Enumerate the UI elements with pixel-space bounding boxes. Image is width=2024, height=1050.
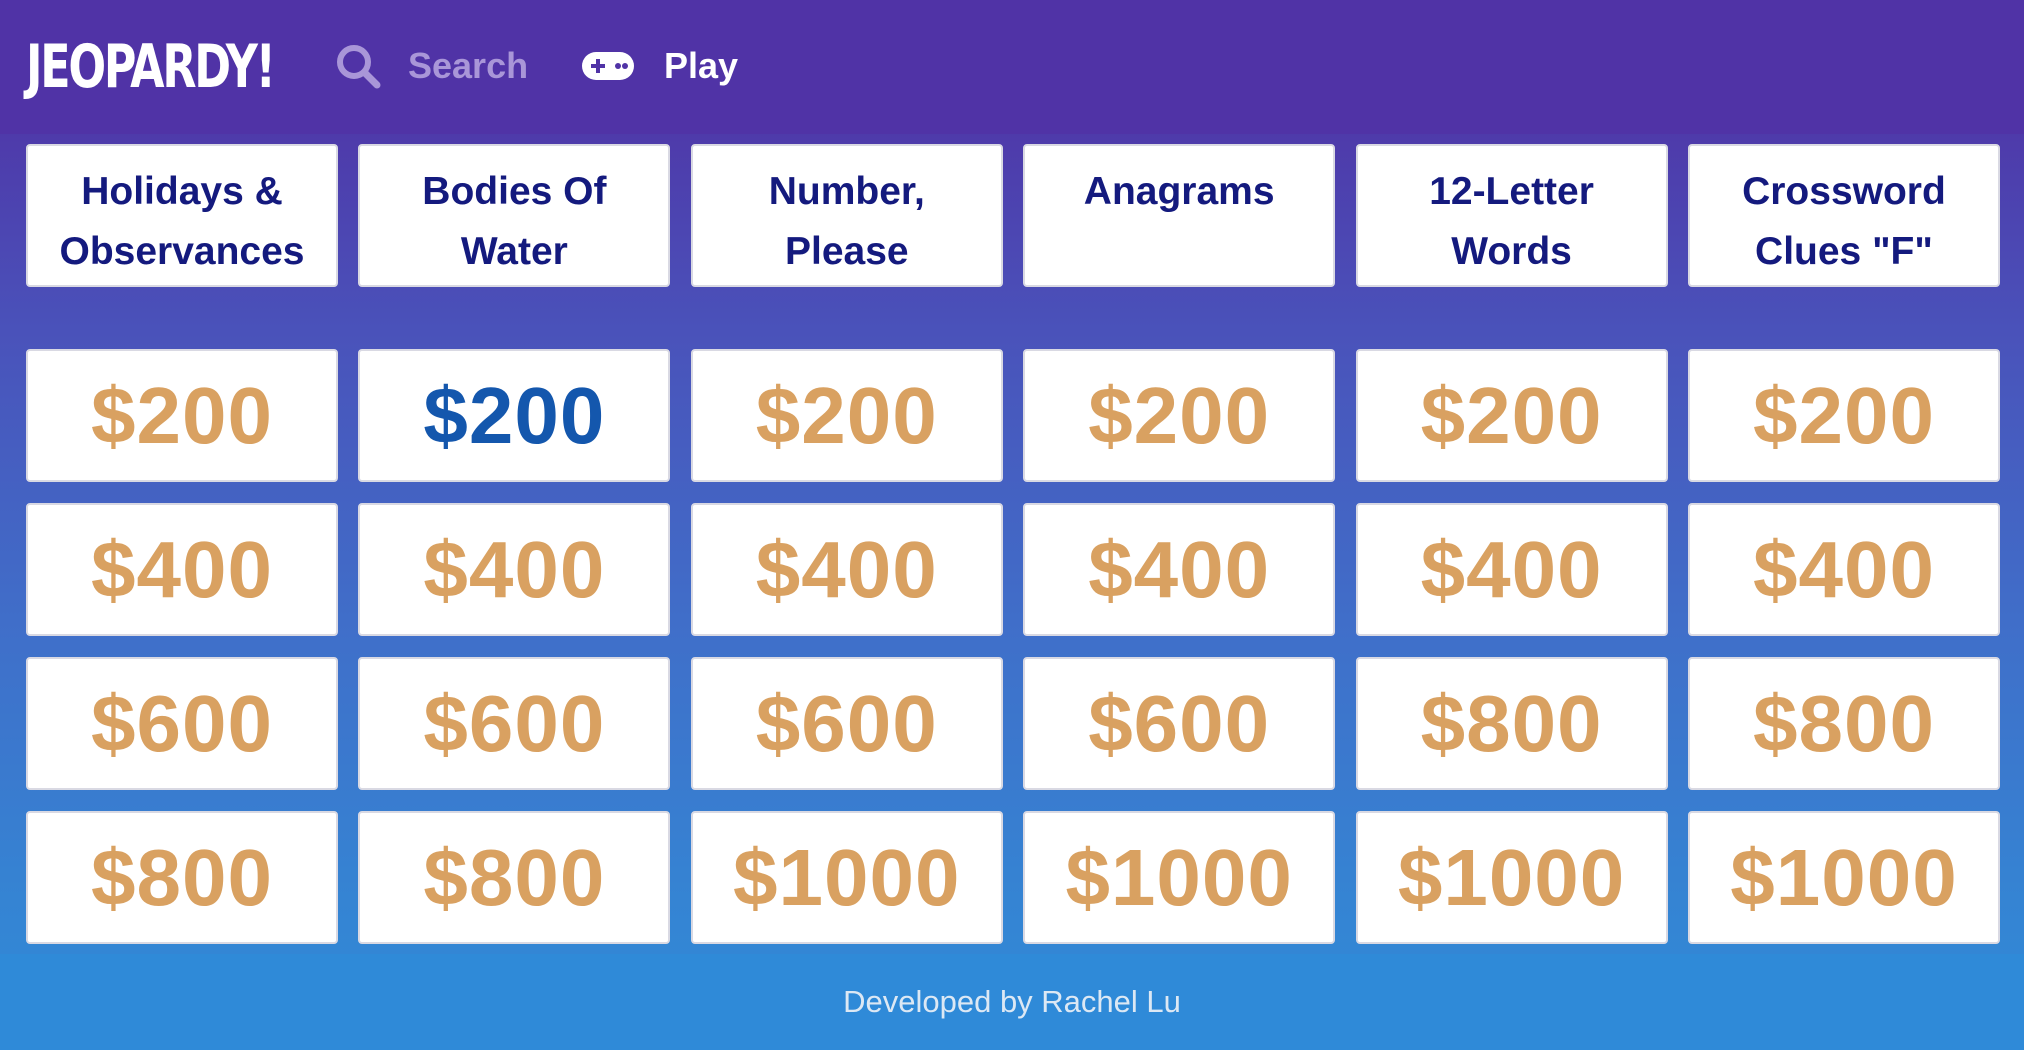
category-title: 12-Letter Words: [1429, 170, 1594, 273]
gamepad-icon: [580, 48, 636, 84]
clue-tile[interactable]: $600: [358, 657, 671, 790]
clue-tile[interactable]: $600: [690, 657, 1003, 790]
clue-value: $800: [1420, 678, 1603, 768]
clue-value: $200: [1088, 370, 1271, 460]
category-title: Crossword Clues "F": [1742, 170, 1946, 273]
clue-value: $1000: [1065, 832, 1293, 922]
category-title: Bodies Of Water: [422, 170, 607, 273]
search-icon: [334, 42, 382, 90]
clue-value: $400: [91, 524, 273, 614]
clue-value: $200: [1420, 370, 1603, 460]
category-tile: 12-Letter Words: [1355, 144, 1668, 287]
nav-search-link[interactable]: Search: [334, 38, 528, 94]
clue-value: $800: [1752, 678, 1935, 768]
nav-play-label: Play: [664, 45, 739, 86]
game-board: Holidays & Observances Bodies Of Water N…: [26, 144, 2000, 944]
jeopardy-logo[interactable]: JEOPARDY!: [26, 34, 276, 100]
clue-tile[interactable]: $400: [690, 503, 1003, 636]
clue-value: $200: [91, 370, 273, 460]
clue-tile[interactable]: $200: [1687, 349, 2000, 482]
clue-value: $600: [91, 678, 273, 768]
clue-value: $400: [1088, 524, 1271, 614]
clue-value: $200: [1752, 370, 1935, 460]
clue-value: $400: [1420, 524, 1603, 614]
category-title: Holidays & Observances: [59, 170, 305, 273]
clue-value: $800: [91, 832, 273, 922]
footer: Developed by Rachel Lu: [0, 954, 2024, 1050]
clue-tile-highlighted[interactable]: $200: [358, 349, 671, 482]
clue-value: $200: [423, 370, 606, 460]
nav-play-link[interactable]: Play: [580, 38, 738, 94]
clue-value: $400: [423, 524, 606, 614]
clue-tile[interactable]: $400: [26, 503, 338, 636]
clue-tile[interactable]: $200: [690, 349, 1003, 482]
clue-tile[interactable]: $800: [1687, 657, 2000, 790]
clue-tile[interactable]: $200: [1355, 349, 1668, 482]
clue-value: $200: [755, 370, 938, 460]
clue-tile[interactable]: $1000: [1355, 811, 1668, 944]
clue-tile[interactable]: $400: [1355, 503, 1668, 636]
clue-tile[interactable]: $800: [358, 811, 671, 944]
clue-value: $1000: [1397, 832, 1626, 922]
category-title: Anagrams: [1083, 170, 1275, 213]
clue-value: $600: [423, 678, 606, 768]
clue-tile[interactable]: $600: [26, 657, 338, 790]
clue-tile[interactable]: $1000: [1023, 811, 1336, 944]
clue-tile[interactable]: $400: [1023, 503, 1336, 636]
clue-tile[interactable]: $600: [1023, 657, 1336, 790]
category-tile: Bodies Of Water: [358, 144, 671, 287]
clue-value: $600: [755, 678, 938, 768]
clue-tile[interactable]: $1000: [690, 811, 1003, 944]
clue-value: $400: [1752, 524, 1935, 614]
category-title: Number, Please: [768, 170, 925, 273]
clue-tile[interactable]: $200: [1023, 349, 1336, 482]
category-row: Holidays & Observances Bodies Of Water N…: [26, 144, 2000, 287]
category-tile: Number, Please: [690, 144, 1003, 287]
logo-text: JEOPARDY!: [26, 32, 276, 102]
clue-value: $1000: [733, 832, 961, 922]
nav-search-label: Search: [408, 45, 529, 86]
clue-tile[interactable]: $400: [1687, 503, 2000, 636]
category-tile: Anagrams: [1023, 144, 1336, 287]
clue-value: $1000: [1730, 832, 1958, 922]
clue-value: $400: [755, 524, 938, 614]
clue-value-grid: $200 $200 $200 $200 $200 $200 $400 $400 …: [26, 349, 2000, 944]
clue-tile[interactable]: $800: [1355, 657, 1668, 790]
footer-credit: Developed by Rachel Lu: [843, 984, 1181, 1019]
top-nav-bar: JEOPARDY! Search Play: [0, 0, 2024, 134]
category-tile: Holidays & Observances: [26, 144, 338, 287]
category-tile: Crossword Clues "F": [1687, 144, 2000, 287]
clue-tile[interactable]: $200: [26, 349, 338, 482]
clue-tile[interactable]: $400: [358, 503, 671, 636]
clue-tile[interactable]: $800: [26, 811, 338, 944]
clue-tile[interactable]: $1000: [1687, 811, 2000, 944]
clue-value: $600: [1088, 678, 1271, 768]
clue-value: $800: [423, 832, 606, 922]
